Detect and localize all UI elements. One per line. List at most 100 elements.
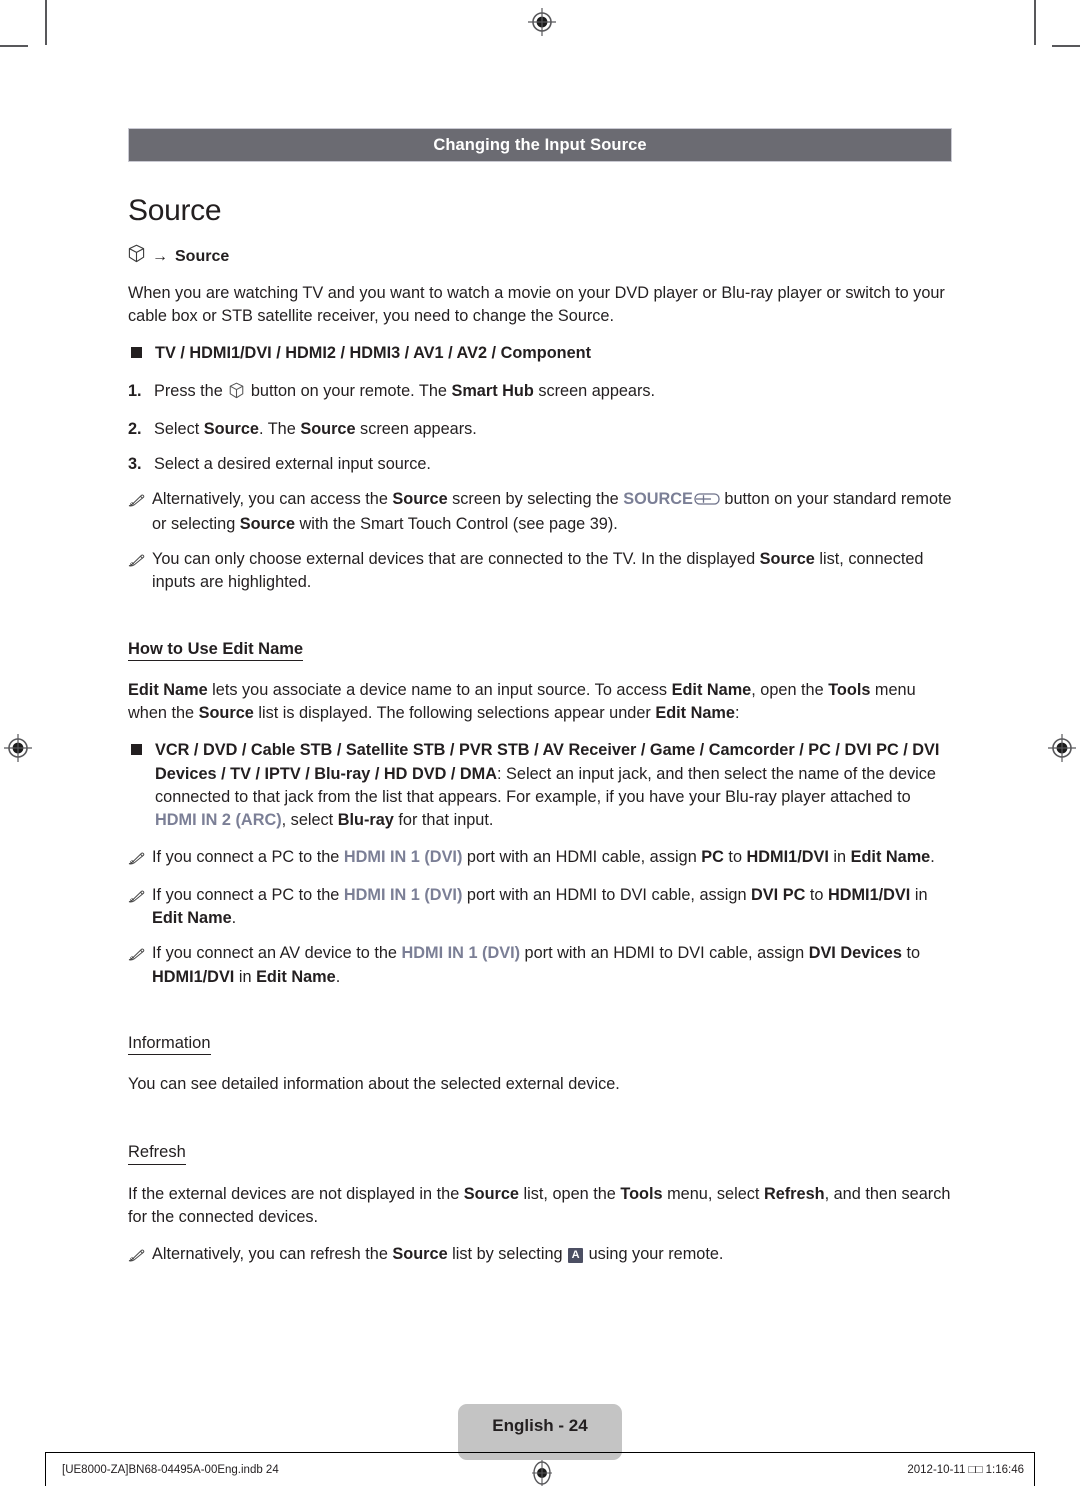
registration-mark-top [527,7,557,37]
note-text-p1: If you connect a PC to the [152,886,344,905]
page-content: Changing the Input Source Source → Sourc… [128,128,952,1281]
menu-path: → Source [128,244,952,268]
note-text-p1: If you connect a PC to the [152,847,344,866]
registration-mark-right [1047,733,1077,763]
step-text: Select a desired external input source. [154,454,431,473]
hdmi-in-1-dvi-accent: HDMI IN 1 (DVI) [343,847,463,866]
step-bold-term: Source [203,419,259,438]
refresh-heading: Refresh [128,1144,186,1165]
edit-name-term: Edit Name [128,681,208,700]
note-bold-term: Source [392,490,448,509]
step-number: 1. [128,381,142,400]
refresh-term: Refresh [763,1184,825,1203]
edit-name-term: Edit Name [655,704,735,723]
pencil-note-icon [128,942,152,988]
step-item: 2. Select Source. The Source screen appe… [128,418,952,441]
note-text-p4: in [828,847,851,866]
note-bold-term: Edit Name [256,967,336,986]
edit-name-paragraph: Edit Name lets you associate a device na… [128,679,952,725]
note-text-p2: port with an HDMI cable, assign [462,847,702,866]
refresh-heading-wrap: Refresh [128,1110,952,1183]
source-term: Source [198,704,254,723]
pencil-note-icon [128,548,152,594]
step-item: 1. Press the button on your remote. The … [128,380,952,406]
note-item: If you connect a PC to the HDMI IN 1 (DV… [128,884,952,930]
edit-name-heading-wrap: How to Use Edit Name [128,607,952,680]
pencil-note-icon [128,884,152,930]
note-bold-term: DVI Devices [808,944,902,963]
footer-file-reference: [UE8000-ZA]BN68-04495A-00Eng.indb 24 [62,1464,279,1476]
note-text-p2: screen by selecting the [447,490,624,509]
refresh-text-p1: If the external devices are not displaye… [128,1184,464,1203]
menu-path-target: Source [175,247,230,265]
input-sources-label: TV / HDMI1/DVI / HDMI2 / HDMI3 / AV1 / A… [155,344,592,363]
pencil-note-icon [128,846,152,872]
information-paragraph: You can see detailed information about t… [128,1075,620,1094]
note-text-p2: port with an HDMI to DVI cable, assign [462,886,752,905]
edit-name-heading: How to Use Edit Name [128,641,304,662]
source-term: Source [463,1184,519,1203]
note-bold-term: HDMI1/DVI [152,967,235,986]
section-header-bar: Changing the Input Source [128,128,952,162]
edit-name-text: : [734,704,740,723]
note-bold-term: HDMI1/DVI [827,886,911,905]
remote-key-a-icon: A [568,1248,584,1264]
hdmi-in-1-dvi-accent: HDMI IN 1 (DVI) [401,944,521,963]
step-item: 3. Select a desired external input sourc… [128,453,952,476]
hdmi-in-1-dvi-accent: HDMI IN 1 (DVI) [343,886,463,905]
intro-paragraph: When you are watching TV and you want to… [128,284,945,326]
arrow-right-icon: → [152,247,168,265]
note-text-p3: to [805,886,828,905]
note-text-p3: to [901,944,921,963]
note-bold-term: Source [759,550,815,569]
note-bold-term: DVI PC [751,886,806,905]
edit-name-text: list is displayed. The following selecti… [253,704,656,723]
smart-hub-cube-icon [229,382,244,406]
registration-mark-bottom [527,1458,557,1488]
pencil-note-icon [128,488,152,536]
note-text-p3: using your remote. [584,1245,724,1264]
footer-tick-right [1034,1452,1035,1486]
tools-term: Tools [620,1184,663,1203]
input-sources-bullet: TV / HDMI1/DVI / HDMI2 / HDMI3 / AV1 / A… [128,342,952,365]
device-names-bullet: VCR / DVD / Cable STB / Satellite STB / … [128,739,952,832]
page-number-label: English - 24 [492,1416,588,1435]
information-heading-wrap: Information [128,1001,952,1074]
footer-divider [45,1452,1035,1453]
note-text-p5: . [231,909,237,928]
crop-mark-top-left-vertical [45,0,47,45]
note-text-p3: to [723,847,747,866]
source-accent-label: SOURCE [623,490,693,509]
edit-name-text: , open the [751,681,829,700]
refresh-text-p3: menu, select [662,1184,764,1203]
edit-name-text: lets you associate a device name to an i… [207,681,672,700]
note-item: Alternatively, you can access the Source… [128,488,952,536]
note-bold-term: Edit Name [850,847,931,866]
note-item: If you connect an AV device to the HDMI … [128,942,952,988]
edit-name-term: Edit Name [671,681,752,700]
note-bold-term: HDMI1/DVI [746,847,829,866]
step-text-post: screen appears. [533,381,656,400]
crop-mark-top-left-horizontal [0,45,28,47]
square-bullet-icon [131,347,142,359]
note-text-p5: . [335,967,341,986]
note-bold-term: PC [701,847,724,866]
tools-term: Tools [828,681,871,700]
note-text-p4: in [910,886,928,905]
note-text-p1: If you connect an AV device to the [152,944,402,963]
pencil-note-icon [128,1243,152,1269]
footer-timestamp: 2012-10-11 □□ 1:16:46 [907,1464,1024,1476]
step-text-pre: Select [154,419,204,438]
note-text-p4: in [234,967,257,986]
step-text-mid: button on your remote. The [246,381,452,400]
note-item: You can only choose external devices tha… [128,548,952,594]
step-bold-term: Smart Hub [451,381,534,400]
step-number: 2. [128,419,142,438]
refresh-text-p2: list, open the [518,1184,621,1203]
note-text-p1: You can only choose external devices tha… [152,550,760,569]
registration-mark-left [3,733,33,763]
note-text-p1: Alternatively, you can refresh the [152,1245,393,1264]
note-bold-term: Source [239,515,295,534]
note-item: Alternatively, you can refresh the Sourc… [128,1243,952,1269]
note-text-p1: Alternatively, you can access the [152,490,393,509]
